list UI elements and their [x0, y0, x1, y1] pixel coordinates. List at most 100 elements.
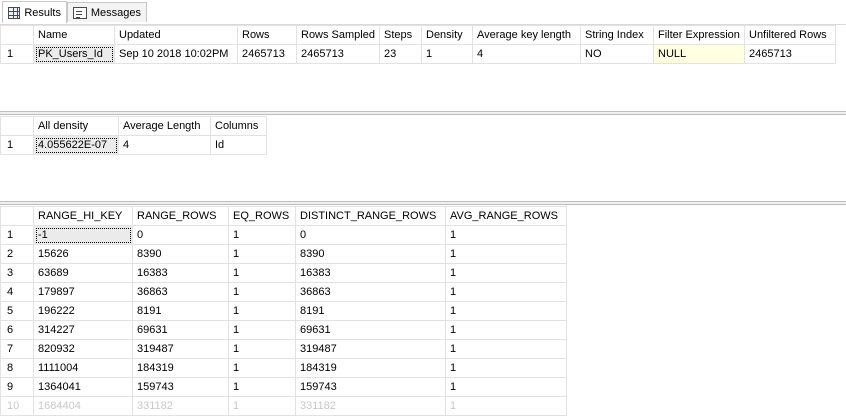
- grid-cell[interactable]: 4: [118, 135, 211, 155]
- column-header[interactable]: Filter Expression: [653, 25, 745, 45]
- grid-cell[interactable]: 1: [421, 44, 473, 64]
- grid-cell[interactable]: 2465713: [744, 44, 836, 64]
- column-header[interactable]: Density: [421, 25, 473, 45]
- table-row[interactable]: 4 179897 36863 1 36863 1: [0, 282, 567, 302]
- grid-cell[interactable]: 8191: [295, 301, 446, 321]
- grid-cell[interactable]: 1: [228, 244, 296, 264]
- tab-messages[interactable]: Messages: [67, 2, 147, 22]
- grid-cell[interactable]: 1111004: [33, 358, 133, 378]
- grid-cell[interactable]: PK_Users_Id: [33, 44, 115, 64]
- pane-splitter[interactable]: [0, 111, 846, 115]
- grid-cell[interactable]: 1: [445, 320, 567, 340]
- grid-cell[interactable]: 1: [228, 263, 296, 283]
- column-header[interactable]: EQ_ROWS: [228, 206, 296, 226]
- grid-cell[interactable]: 179897: [33, 282, 133, 302]
- grid-cell[interactable]: 2465713: [237, 44, 297, 64]
- grid2-corner-header[interactable]: [0, 116, 34, 136]
- table-row[interactable]: 10 1684404 331182 1 331182 1: [0, 396, 567, 416]
- column-header[interactable]: Steps: [379, 25, 422, 45]
- grid-cell[interactable]: 1: [445, 263, 567, 283]
- row-number[interactable]: 9: [0, 377, 34, 397]
- row-number[interactable]: 4: [0, 282, 34, 302]
- table-row[interactable]: 6 314227 69631 1 69631 1: [0, 320, 567, 340]
- column-header[interactable]: Unfiltered Rows: [744, 25, 836, 45]
- row-number[interactable]: 6: [0, 320, 34, 340]
- column-header[interactable]: AVG_RANGE_ROWS: [445, 206, 567, 226]
- grid-cell[interactable]: 8390: [295, 244, 446, 264]
- row-number[interactable]: 7: [0, 339, 34, 359]
- table-row[interactable]: 5 196222 8191 1 8191 1: [0, 301, 567, 321]
- grid-cell[interactable]: 8191: [132, 301, 229, 321]
- column-header[interactable]: Rows: [237, 25, 297, 45]
- row-number[interactable]: 5: [0, 301, 34, 321]
- table-row[interactable]: 7 820932 319487 1 319487 1: [0, 339, 567, 359]
- grid-cell[interactable]: Sep 10 2018 10:02PM: [114, 44, 238, 64]
- row-number[interactable]: 1: [0, 44, 34, 64]
- grid-cell[interactable]: 15626: [33, 244, 133, 264]
- column-header[interactable]: Rows Sampled: [296, 25, 380, 45]
- grid-cell[interactable]: 159743: [132, 377, 229, 397]
- pane-splitter[interactable]: [0, 201, 846, 205]
- grid-cell[interactable]: 36863: [295, 282, 446, 302]
- grid-cell[interactable]: 36863: [132, 282, 229, 302]
- grid-cell[interactable]: -1: [33, 225, 133, 245]
- grid-cell[interactable]: 331182: [295, 396, 446, 416]
- grid3-corner-header[interactable]: [0, 206, 34, 226]
- table-row[interactable]: 8 1111004 184319 1 184319 1: [0, 358, 567, 378]
- grid-cell[interactable]: 1: [228, 301, 296, 321]
- grid-cell[interactable]: 16383: [295, 263, 446, 283]
- column-header[interactable]: All density: [33, 116, 119, 136]
- table-row[interactable]: 1 -1 0 1 0 1: [0, 225, 567, 245]
- grid-cell[interactable]: 196222: [33, 301, 133, 321]
- histogram-grid-pane[interactable]: RANGE_HI_KEY RANGE_ROWS EQ_ROWS DISTINCT…: [0, 206, 846, 420]
- grid-cell[interactable]: 1: [228, 377, 296, 397]
- grid-cell[interactable]: 159743: [295, 377, 446, 397]
- column-header[interactable]: Columns: [210, 116, 267, 136]
- grid-cell[interactable]: 16383: [132, 263, 229, 283]
- grid-cell[interactable]: 319487: [132, 339, 229, 359]
- grid-cell[interactable]: 1684404: [33, 396, 133, 416]
- grid-cell[interactable]: 8390: [132, 244, 229, 264]
- grid-cell[interactable]: NO: [580, 44, 654, 64]
- grid-cell[interactable]: 1: [228, 225, 296, 245]
- row-number[interactable]: 10: [0, 396, 34, 416]
- grid-cell[interactable]: 63689: [33, 263, 133, 283]
- grid-cell[interactable]: 1: [445, 377, 567, 397]
- grid-cell[interactable]: NULL: [653, 44, 745, 64]
- table-row[interactable]: 2 15626 8390 1 8390 1: [0, 244, 567, 264]
- grid-cell[interactable]: 1: [228, 320, 296, 340]
- column-header[interactable]: RANGE_HI_KEY: [33, 206, 133, 226]
- grid-cell[interactable]: 184319: [295, 358, 446, 378]
- grid-cell[interactable]: 331182: [132, 396, 229, 416]
- column-header[interactable]: Average Length: [118, 116, 211, 136]
- grid-cell[interactable]: 1: [228, 358, 296, 378]
- grid-cell[interactable]: Id: [210, 135, 267, 155]
- table-row[interactable]: 1 PK_Users_Id Sep 10 2018 10:02PM 246571…: [0, 44, 836, 64]
- grid-cell[interactable]: 1: [445, 244, 567, 264]
- grid-cell[interactable]: 1: [445, 282, 567, 302]
- grid-cell[interactable]: 1: [228, 396, 296, 416]
- column-header[interactable]: Average key length: [472, 25, 581, 45]
- grid-cell[interactable]: 1: [445, 358, 567, 378]
- row-number[interactable]: 1: [0, 135, 34, 155]
- grid-cell[interactable]: 820932: [33, 339, 133, 359]
- grid-cell[interactable]: 319487: [295, 339, 446, 359]
- column-header[interactable]: Name: [33, 25, 115, 45]
- grid-cell[interactable]: 1364041: [33, 377, 133, 397]
- column-header[interactable]: DISTINCT_RANGE_ROWS: [295, 206, 446, 226]
- column-header[interactable]: String Index: [580, 25, 654, 45]
- column-header[interactable]: Updated: [114, 25, 238, 45]
- table-row[interactable]: 1 4.055622E-07 4 Id: [0, 135, 267, 155]
- table-row[interactable]: 9 1364041 159743 1 159743 1: [0, 377, 567, 397]
- density-grid-pane[interactable]: All density Average Length Columns 1 4.0…: [0, 116, 846, 202]
- grid-cell[interactable]: 23: [379, 44, 422, 64]
- grid-cell[interactable]: 1: [445, 339, 567, 359]
- grid-cell[interactable]: 1: [228, 282, 296, 302]
- grid-cell[interactable]: 4: [472, 44, 581, 64]
- grid-cell[interactable]: 69631: [295, 320, 446, 340]
- grid-cell[interactable]: 1: [228, 339, 296, 359]
- grid-cell[interactable]: 184319: [132, 358, 229, 378]
- row-number[interactable]: 8: [0, 358, 34, 378]
- row-number[interactable]: 1: [0, 225, 34, 245]
- column-header[interactable]: RANGE_ROWS: [132, 206, 229, 226]
